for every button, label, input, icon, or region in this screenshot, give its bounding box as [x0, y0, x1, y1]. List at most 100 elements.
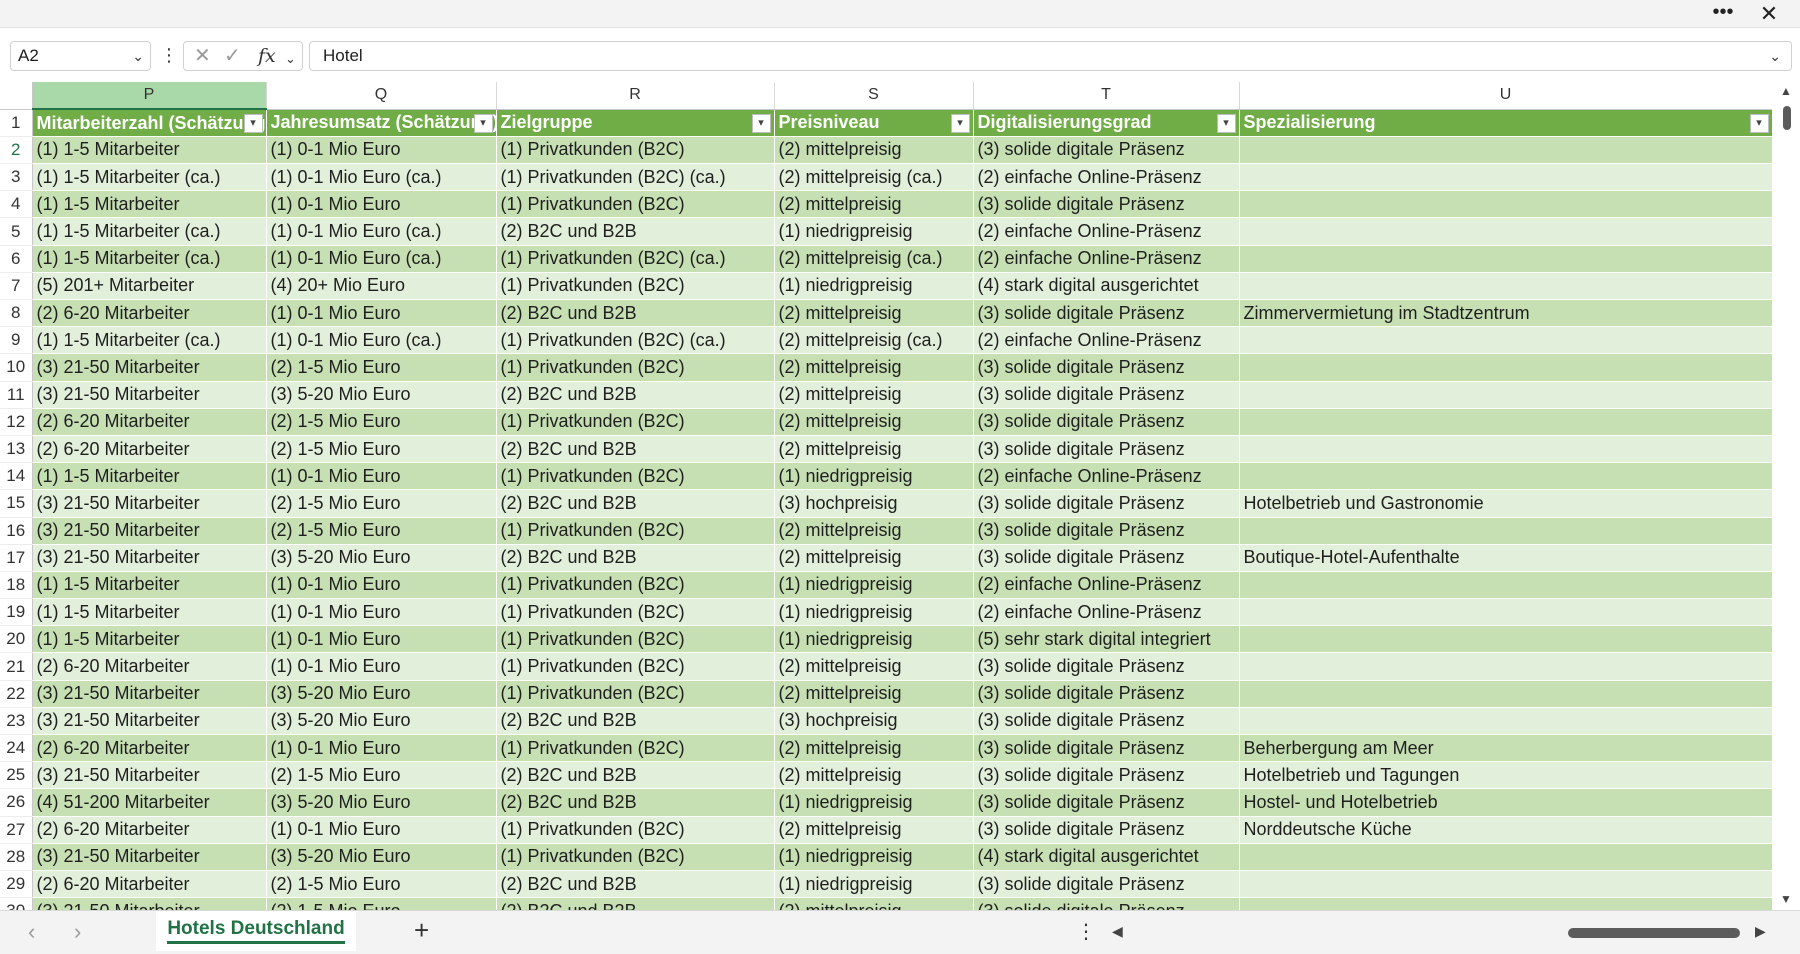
data-cell[interactable]: (3) 21-50 Mitarbeiter: [32, 680, 267, 708]
data-cell[interactable]: [1239, 353, 1772, 382]
data-cell[interactable]: (1) 1-5 Mitarbeiter (ca.): [32, 326, 267, 355]
data-cell[interactable]: (2) B2C und B2B: [496, 489, 775, 518]
data-cell[interactable]: [1239, 245, 1772, 273]
data-cell[interactable]: [1239, 707, 1772, 736]
data-cell[interactable]: (1) 0-1 Mio Euro (ca.): [266, 163, 497, 192]
row-number[interactable]: 5: [0, 217, 33, 246]
data-cell[interactable]: (4) stark digital ausgerichtet: [973, 272, 1240, 301]
data-cell[interactable]: (2) mittelpreisig: [774, 381, 974, 409]
data-cell[interactable]: (3) solide digitale Präsenz: [973, 408, 1240, 436]
data-cell[interactable]: [1239, 190, 1772, 219]
data-cell[interactable]: [1239, 136, 1772, 165]
worksheet-grid[interactable]: PQRSTU 1 Mitarbeiterzahl (Schätzung) ▾ Jahr…: [0, 82, 1772, 910]
data-cell[interactable]: (2) 1-5 Mio Euro: [266, 870, 497, 899]
insert-function-icon[interactable]: fx: [258, 44, 276, 68]
data-cell[interactable]: (1) Privatkunden (B2C): [496, 652, 775, 681]
data-cell[interactable]: (1) 0-1 Mio Euro (ca.): [266, 245, 497, 273]
row-number[interactable]: 15: [0, 489, 33, 518]
data-cell[interactable]: (1) Privatkunden (B2C) (ca.): [496, 245, 775, 273]
row-number[interactable]: 14: [0, 462, 33, 491]
data-cell[interactable]: (2) einfache Online-Präsenz: [973, 217, 1240, 246]
row-number[interactable]: 2: [0, 136, 33, 165]
scroll-down-icon[interactable]: ▼: [1780, 892, 1792, 906]
data-cell[interactable]: (3) 21-50 Mitarbeiter: [32, 381, 267, 409]
data-cell[interactable]: Hotelbetrieb und Tagungen: [1239, 761, 1772, 790]
data-cell[interactable]: (4) stark digital ausgerichtet: [973, 843, 1240, 871]
data-cell[interactable]: (3) 21-50 Mitarbeiter: [32, 761, 267, 790]
data-cell[interactable]: (2) mittelpreisig: [774, 761, 974, 790]
row-number[interactable]: 17: [0, 544, 33, 572]
data-cell[interactable]: (1) 0-1 Mio Euro: [266, 136, 497, 165]
data-cell[interactable]: (3) solide digitale Präsenz: [973, 761, 1240, 790]
data-cell[interactable]: [1239, 843, 1772, 871]
data-cell[interactable]: (5) 201+ Mitarbeiter: [32, 272, 267, 301]
name-box[interactable]: A2 ⌄: [10, 41, 151, 71]
data-cell[interactable]: (2) mittelpreisig (ca.): [774, 163, 974, 192]
data-cell[interactable]: (1) 0-1 Mio Euro: [266, 734, 497, 763]
data-cell[interactable]: Hostel- und Hotelbetrieb: [1239, 788, 1772, 817]
data-cell[interactable]: (1) 0-1 Mio Euro: [266, 190, 497, 219]
scroll-right-icon[interactable]: ▶: [1755, 923, 1766, 940]
data-cell[interactable]: (1) Privatkunden (B2C): [496, 843, 775, 871]
data-cell[interactable]: (3) 21-50 Mitarbeiter: [32, 517, 267, 545]
next-sheet-icon[interactable]: ›: [74, 919, 81, 945]
data-cell[interactable]: (3) 5-20 Mio Euro: [266, 544, 497, 572]
row-number[interactable]: 11: [0, 381, 33, 409]
data-cell[interactable]: (3) 21-50 Mitarbeiter: [32, 897, 267, 910]
data-cell[interactable]: Beherbergung am Meer: [1239, 734, 1772, 763]
data-cell[interactable]: (2) B2C und B2B: [496, 897, 775, 910]
data-cell[interactable]: (2) einfache Online-Präsenz: [973, 245, 1240, 273]
row-number[interactable]: 28: [0, 843, 33, 871]
row-number[interactable]: 7: [0, 272, 33, 301]
row-number[interactable]: 10: [0, 353, 33, 382]
data-cell[interactable]: (1) Privatkunden (B2C): [496, 734, 775, 763]
data-cell[interactable]: (2) 1-5 Mio Euro: [266, 489, 497, 518]
sheet-tab-active[interactable]: Hotels Deutschland: [156, 911, 356, 951]
data-cell[interactable]: (1) 1-5 Mitarbeiter (ca.): [32, 245, 267, 273]
data-cell[interactable]: (3) solide digitale Präsenz: [973, 190, 1240, 219]
column-header-r[interactable]: R: [496, 82, 775, 110]
data-cell[interactable]: (2) B2C und B2B: [496, 870, 775, 899]
data-cell[interactable]: (3) solide digitale Präsenz: [973, 489, 1240, 518]
data-cell[interactable]: (3) solide digitale Präsenz: [973, 870, 1240, 899]
data-cell[interactable]: (2) 6-20 Mitarbeiter: [32, 435, 267, 464]
data-cell[interactable]: (1) Privatkunden (B2C): [496, 680, 775, 708]
data-cell[interactable]: (2) mittelpreisig: [774, 734, 974, 763]
data-cell[interactable]: (2) mittelpreisig: [774, 136, 974, 165]
data-cell[interactable]: (1) 1-5 Mitarbeiter (ca.): [32, 163, 267, 192]
data-cell[interactable]: (1) Privatkunden (B2C) (ca.): [496, 326, 775, 355]
data-cell[interactable]: (5) sehr stark digital integriert: [973, 625, 1240, 654]
data-cell[interactable]: (2) einfache Online-Präsenz: [973, 163, 1240, 192]
data-cell[interactable]: (3) solide digitale Präsenz: [973, 381, 1240, 409]
data-cell[interactable]: [1239, 517, 1772, 545]
data-cell[interactable]: (1) 0-1 Mio Euro: [266, 299, 497, 328]
data-cell[interactable]: (3) solide digitale Präsenz: [973, 652, 1240, 681]
column-header-s[interactable]: S: [774, 82, 974, 110]
data-cell[interactable]: (2) mittelpreisig: [774, 299, 974, 328]
close-icon[interactable]: ✕: [1754, 2, 1784, 26]
header-cell[interactable]: Spezialisierung ▾: [1239, 109, 1772, 137]
data-cell[interactable]: Zimmervermietung im Stadtzentrum: [1239, 299, 1772, 328]
data-cell[interactable]: [1239, 462, 1772, 491]
horizontal-scroll-thumb[interactable]: [1568, 928, 1740, 938]
data-cell[interactable]: (3) solide digitale Präsenz: [973, 517, 1240, 545]
row-number[interactable]: 25: [0, 761, 33, 790]
data-cell[interactable]: (2) 1-5 Mio Euro: [266, 408, 497, 436]
data-cell[interactable]: (2) 1-5 Mio Euro: [266, 435, 497, 464]
column-header-t[interactable]: T: [973, 82, 1240, 110]
data-cell[interactable]: (2) 6-20 Mitarbeiter: [32, 652, 267, 681]
row-number[interactable]: 24: [0, 734, 33, 763]
header-cell[interactable]: Jahresumsatz (Schätzung) ▾: [266, 109, 497, 137]
data-cell[interactable]: (3) hochpreisig: [774, 707, 974, 736]
data-cell[interactable]: (2) 6-20 Mitarbeiter: [32, 734, 267, 763]
row-number[interactable]: 19: [0, 598, 33, 627]
filter-dropdown-icon[interactable]: ▾: [1216, 113, 1236, 133]
filter-dropdown-icon[interactable]: ▾: [473, 113, 493, 133]
data-cell[interactable]: [1239, 272, 1772, 301]
data-cell[interactable]: (3) 21-50 Mitarbeiter: [32, 843, 267, 871]
filter-dropdown-icon[interactable]: ▾: [751, 113, 771, 133]
row-number[interactable]: 18: [0, 571, 33, 600]
data-cell[interactable]: (2) mittelpreisig (ca.): [774, 245, 974, 273]
row-number[interactable]: 23: [0, 707, 33, 736]
data-cell[interactable]: (1) 1-5 Mitarbeiter: [32, 598, 267, 627]
